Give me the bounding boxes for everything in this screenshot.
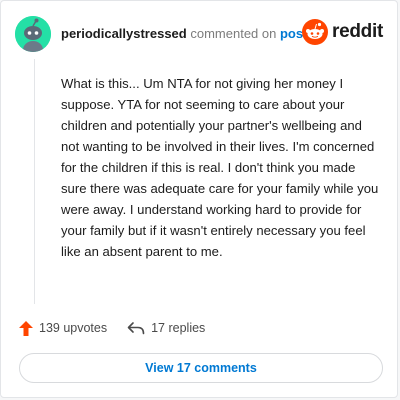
upvotes-count: 139 upvotes	[39, 321, 108, 335]
comment-header: periodicallystressed commented on post r…	[15, 15, 383, 53]
commented-on-text: commented on	[190, 26, 277, 41]
comment-text: What is this... Um NTA for not giving he…	[61, 76, 379, 259]
comment-card: periodicallystressed commented on post r…	[0, 0, 398, 398]
thread-line	[34, 59, 35, 304]
reddit-logo-icon	[302, 19, 329, 45]
upvote-button[interactable]: 139 upvotes	[19, 320, 108, 336]
comment-actions: 139 upvotes 17 replies	[19, 317, 225, 339]
replies-button[interactable]: 17 replies	[127, 321, 205, 335]
upvote-arrow-icon	[19, 320, 33, 336]
username-link[interactable]: periodicallystressed	[61, 26, 187, 41]
reply-arrow-icon	[127, 322, 145, 335]
comment-byline: periodicallystressed commented on post	[61, 26, 307, 41]
view-comments-button[interactable]: View 17 comments	[19, 353, 383, 383]
reddit-logo: reddit	[302, 18, 383, 46]
replies-count: 17 replies	[151, 321, 206, 335]
user-avatar-icon[interactable]	[15, 16, 51, 52]
reddit-wordmark: reddit	[332, 21, 383, 42]
